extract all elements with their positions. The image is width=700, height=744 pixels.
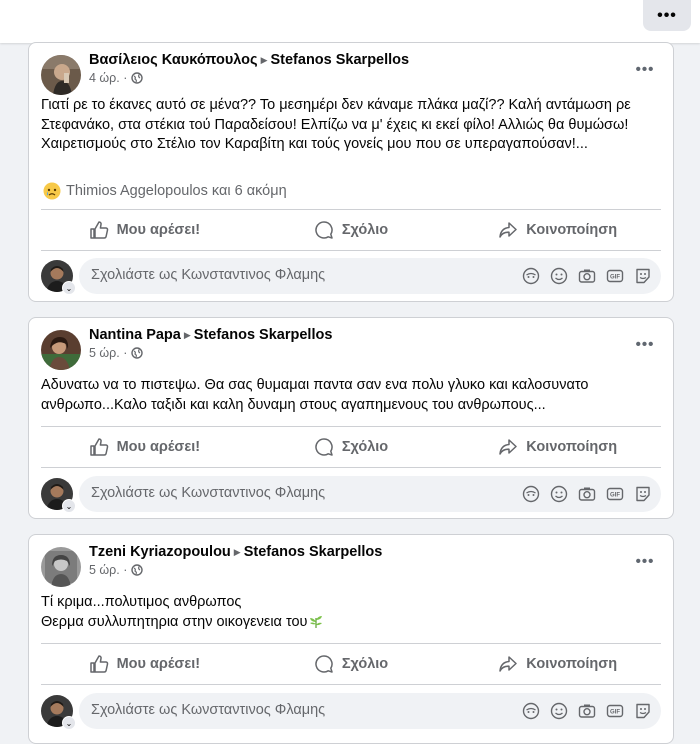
share-icon xyxy=(498,437,518,457)
post-text-line: Θερμα συλλυπητηρια στην οικογενεια του xyxy=(41,613,659,633)
comment-button[interactable]: Σχόλιο xyxy=(248,210,455,250)
comment-label: Σχόλιο xyxy=(341,222,389,238)
sticker-icon[interactable] xyxy=(633,266,653,286)
author-avatar[interactable] xyxy=(41,330,81,370)
gif-icon[interactable]: GIF xyxy=(605,266,625,286)
avatar-sticker-icon[interactable] xyxy=(521,701,541,721)
target-name[interactable]: Stefanos Skarpellos xyxy=(270,52,409,68)
author-name[interactable]: Βασίλειος Καυκόπουλος xyxy=(89,52,258,68)
post-time[interactable]: 5 ώρ. · xyxy=(89,563,127,577)
post-options-button[interactable]: ••• xyxy=(631,330,659,358)
like-label: Μου αρέσει! xyxy=(116,656,201,672)
post-text: Τί κριμα...πολυτιμος ανθρωπος Θερμα συλλ… xyxy=(41,593,659,632)
comment-label: Σχόλιο xyxy=(341,656,389,672)
comment-composer: ⌄ Σχολιάστε ως Κωνσταντινος Φλαμης GIF xyxy=(41,693,661,730)
share-icon xyxy=(498,654,518,674)
avatar-sticker-icon[interactable] xyxy=(521,266,541,286)
like-label: Μου αρέσει! xyxy=(116,439,201,455)
share-icon xyxy=(498,220,518,240)
sticker-icon[interactable] xyxy=(633,701,653,721)
post-options-button[interactable]: ••• xyxy=(631,55,659,83)
top-more-button[interactable]: ••• xyxy=(643,0,691,31)
author-name[interactable]: Nantina Papa xyxy=(89,327,181,343)
chevron-down-icon[interactable]: ⌄ xyxy=(62,281,76,295)
chevron-down-icon[interactable]: ⌄ xyxy=(62,716,76,730)
my-avatar[interactable]: ⌄ xyxy=(41,260,76,295)
comment-label: Σχόλιο xyxy=(341,439,389,455)
arrow-icon: ▶ xyxy=(183,330,191,340)
sad-reaction-icon xyxy=(43,182,61,200)
my-avatar[interactable]: ⌄ xyxy=(41,695,76,730)
like-icon xyxy=(89,654,109,674)
share-label: Κοινοποίηση xyxy=(526,222,618,238)
comment-input[interactable]: Σχολιάστε ως Κωνσταντινος Φλαμης GIF xyxy=(79,476,661,512)
like-label: Μου αρέσει! xyxy=(116,222,201,238)
comment-composer: ⌄ Σχολιάστε ως Κωνσταντινος Φλαμης GIF xyxy=(41,258,661,295)
post-text-line: Τί κριμα...πολυτιμος ανθρωπος xyxy=(41,594,242,610)
action-bar: Μου αρέσει! Σχόλιο Κοινοποίηση xyxy=(41,209,661,251)
comment-button[interactable]: Σχόλιο xyxy=(248,427,455,467)
camera-icon[interactable] xyxy=(577,484,597,504)
arrow-icon: ▶ xyxy=(233,547,241,557)
share-label: Κοινοποίηση xyxy=(526,439,618,455)
gif-icon[interactable]: GIF xyxy=(605,701,625,721)
reactions-text[interactable]: Thimios Aggelopoulos και 6 ακόμη xyxy=(66,183,287,199)
comment-input[interactable]: Σχολιάστε ως Κωνσταντινος Φλαμης GIF xyxy=(79,693,661,729)
comment-icon xyxy=(314,654,334,674)
share-button[interactable]: Κοινοποίηση xyxy=(454,644,661,684)
comment-composer: ⌄ Σχολιάστε ως Κωνσταντινος Φλαμης GIF xyxy=(41,476,661,513)
comment-placeholder: Σχολιάστε ως Κωνσταντινος Φλαμης xyxy=(91,702,326,718)
post-options-button[interactable]: ••• xyxy=(631,547,659,575)
post-card: Tzeni Kyriazopoulou ▶ Stefanos Skarpellos … xyxy=(28,534,674,744)
share-button[interactable]: Κοινοποίηση xyxy=(454,427,661,467)
share-label: Κοινοποίηση xyxy=(526,656,618,672)
target-name[interactable]: Stefanos Skarpellos xyxy=(194,327,333,343)
camera-icon[interactable] xyxy=(577,266,597,286)
reactions-summary[interactable]: Thimios Aggelopoulos και 6 ακόμη xyxy=(43,182,287,200)
post-text: Αδυνατω να το πιστεψω. Θα σας θυμαμαι πα… xyxy=(41,377,589,413)
emoji-icon[interactable] xyxy=(549,484,569,504)
svg-text:GIF: GIF xyxy=(610,275,620,281)
chevron-down-icon[interactable]: ⌄ xyxy=(62,499,76,513)
globe-icon xyxy=(131,347,144,359)
action-bar: Μου αρέσει! Σχόλιο Κοινοποίηση xyxy=(41,426,661,468)
share-button[interactable]: Κοινοποίηση xyxy=(454,210,661,250)
post-card: Nantina Papa ▶ Stefanos Skarpellos 5 ώρ. ·… xyxy=(28,317,674,519)
author-avatar[interactable] xyxy=(41,547,81,587)
post-card: Βασίλειος Καυκόπουλος ▶ Stefanos Skarpello… xyxy=(28,42,674,302)
author-avatar[interactable] xyxy=(41,55,81,95)
arrow-icon: ▶ xyxy=(260,55,268,65)
comment-icon xyxy=(314,437,334,457)
top-bar: ••• xyxy=(0,0,700,43)
post-time[interactable]: 5 ώρ. · xyxy=(89,346,127,360)
comment-placeholder: Σχολιάστε ως Κωνσταντινος Φλαμης xyxy=(91,485,326,501)
action-bar: Μου αρέσει! Σχόλιο Κοινοποίηση xyxy=(41,643,661,685)
emoji-icon[interactable] xyxy=(549,266,569,286)
like-icon xyxy=(89,437,109,457)
like-icon xyxy=(89,220,109,240)
sticker-icon[interactable] xyxy=(633,484,653,504)
camera-icon[interactable] xyxy=(577,701,597,721)
like-button[interactable]: Μου αρέσει! xyxy=(41,210,248,250)
globe-icon xyxy=(131,564,144,576)
comment-input[interactable]: Σχολιάστε ως Κωνσταντινος Φλαμης GIF xyxy=(79,258,661,294)
gif-icon[interactable]: GIF xyxy=(605,484,625,504)
post-text: Γιατί ρε το έκανες αυτό σε μένα?? Το μεσ… xyxy=(41,97,631,152)
svg-text:GIF: GIF xyxy=(610,710,620,716)
herb-emoji-icon xyxy=(308,613,324,629)
target-name[interactable]: Stefanos Skarpellos xyxy=(244,544,383,560)
comment-icon xyxy=(314,220,334,240)
emoji-icon[interactable] xyxy=(549,701,569,721)
post-time[interactable]: 4 ώρ. · xyxy=(89,71,127,85)
avatar-sticker-icon[interactable] xyxy=(521,484,541,504)
author-name[interactable]: Tzeni Kyriazopoulou xyxy=(89,544,231,560)
like-button[interactable]: Μου αρέσει! xyxy=(41,644,248,684)
my-avatar[interactable]: ⌄ xyxy=(41,478,76,513)
globe-icon xyxy=(131,72,144,84)
svg-text:GIF: GIF xyxy=(610,493,620,499)
comment-placeholder: Σχολιάστε ως Κωνσταντινος Φλαμης xyxy=(91,267,326,283)
like-button[interactable]: Μου αρέσει! xyxy=(41,427,248,467)
comment-button[interactable]: Σχόλιο xyxy=(248,644,455,684)
